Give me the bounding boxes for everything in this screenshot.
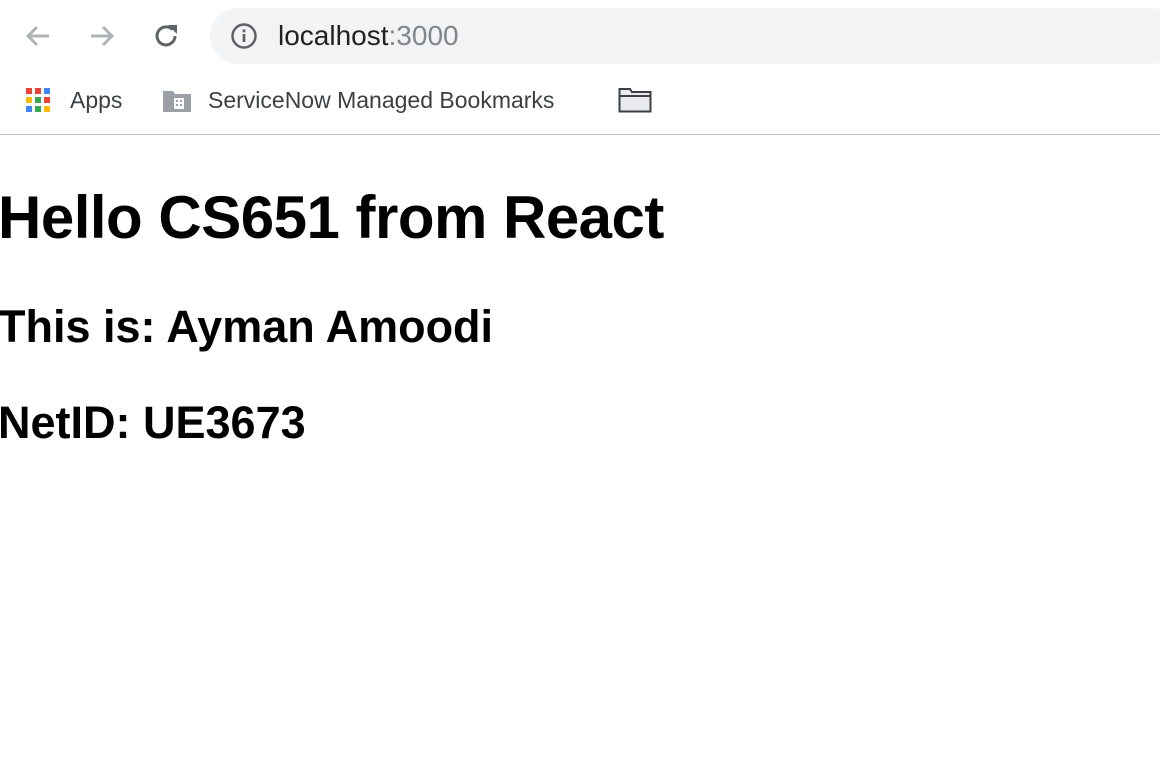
address-bar[interactable]: localhost:3000 — [210, 8, 1160, 64]
page-heading: Hello CS651 from React — [0, 184, 664, 251]
browser-toolbar: localhost:3000 — [0, 0, 1160, 72]
managed-folder-icon — [163, 91, 191, 112]
forward-button[interactable] — [80, 14, 124, 58]
bookmark-folder[interactable] — [618, 84, 652, 116]
back-button[interactable] — [16, 14, 60, 58]
reload-icon — [155, 25, 177, 47]
bookmarks-bar: Apps ServiceNow Managed Bookmarks — [0, 72, 1160, 135]
apps-grid-icon — [24, 86, 52, 114]
arrow-right-icon — [91, 25, 115, 47]
bookmark-apps[interactable]: Apps — [24, 84, 122, 116]
bookmark-servicenow-label: ServiceNow Managed Bookmarks — [208, 86, 555, 113]
netid-line: NetID: UE3673 — [0, 397, 306, 448]
info-circle-icon[interactable] — [230, 22, 258, 50]
url-port: :3000 — [388, 20, 459, 51]
url-text[interactable]: localhost:3000 — [278, 20, 459, 52]
folder-icon — [618, 88, 652, 113]
url-host: localhost — [278, 20, 389, 51]
arrow-left-icon — [25, 25, 49, 47]
name-line: This is: Ayman Amoodi — [0, 301, 494, 352]
reload-button[interactable] — [144, 14, 188, 58]
bookmark-servicenow[interactable]: ServiceNow Managed Bookmarks — [162, 84, 554, 116]
bookmark-apps-label: Apps — [70, 86, 123, 113]
